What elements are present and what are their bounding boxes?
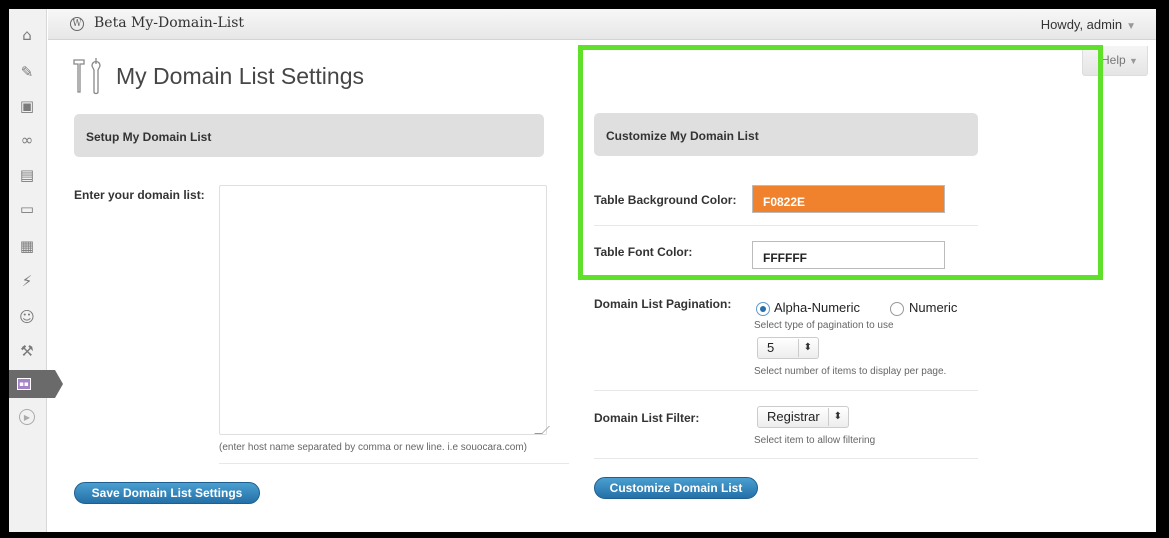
plugins-icon[interactable]: ⚡ — [17, 271, 37, 291]
pagination-numeric-label: Numeric — [909, 300, 958, 315]
domain-list-textarea[interactable] — [219, 185, 547, 435]
site-name[interactable]: Beta My-Domain-List — [94, 15, 244, 31]
select-arrows-icon: ⬍ — [827, 408, 842, 426]
users-icon[interactable]: ☺ — [17, 307, 37, 327]
per-page-hint: Select number of items to display per pa… — [754, 366, 947, 377]
home-icon[interactable]: ⌂ — [17, 25, 37, 45]
admin-bar: W Beta My-Domain-List Howdy, admin ▼ — [48, 9, 1156, 40]
pagination-numeric-radio[interactable] — [890, 302, 904, 316]
setup-section-heading: Setup My Domain List — [74, 114, 544, 157]
frame-top — [0, 0, 1169, 9]
select-arrows-icon: ⬍ — [797, 339, 812, 357]
per-page-select[interactable]: 5 ⬍ — [757, 337, 819, 359]
divider — [594, 458, 978, 459]
save-domain-list-button[interactable]: Save Domain List Settings — [74, 482, 260, 504]
per-page-value: 5 — [767, 340, 775, 355]
links-icon[interactable]: ∞ — [17, 130, 37, 150]
filter-select[interactable]: Registrar ⬍ — [757, 406, 849, 428]
pagination-alpha-radio[interactable] — [756, 302, 770, 316]
tools-icon — [73, 58, 101, 95]
pagination-label: Domain List Pagination: — [594, 297, 732, 311]
pagination-alpha-label: Alpha-Numeric — [774, 300, 860, 315]
howdy-label: Howdy, admin — [1040, 17, 1123, 32]
media-icon[interactable]: ▣ — [17, 96, 37, 116]
account-menu[interactable]: Howdy, admin ▼ — [1041, 17, 1136, 32]
chevron-down-icon: ▼ — [1126, 21, 1136, 32]
domain-list-hint: (enter host name separated by comma or n… — [219, 442, 527, 453]
comments-icon[interactable]: ▭ — [17, 199, 37, 219]
page-title: My Domain List Settings — [116, 63, 364, 89]
frame-right — [1156, 0, 1169, 538]
chevron-down-icon: ▼ — [1129, 56, 1138, 66]
filter-hint: Select item to allow filtering — [754, 435, 876, 446]
help-label: Help — [1101, 53, 1126, 67]
divider — [594, 390, 978, 391]
filter-label: Domain List Filter: — [594, 411, 700, 425]
pagination-hint: Select type of pagination to use — [754, 320, 894, 331]
wordpress-logo-icon[interactable]: W — [70, 17, 84, 31]
collapse-icon[interactable]: ▶ — [17, 407, 37, 427]
customize-domain-list-button[interactable]: Customize Domain List — [594, 477, 758, 499]
divider — [219, 463, 569, 464]
pages-icon[interactable]: ▤ — [17, 165, 37, 185]
filter-value: Registrar — [767, 409, 820, 424]
admin-sidebar: ⌂ ✎ ▣ ∞ ▤ ▭ ▦ ⚡ ☺ ⚒ ▪▪ ▶ — [9, 9, 63, 532]
domain-list-label: Enter your domain list: — [74, 188, 205, 202]
highlight-annotation — [578, 45, 1103, 280]
pin-icon[interactable]: ✎ — [17, 62, 37, 82]
plugin-page-icon[interactable]: ▪▪ — [9, 370, 63, 398]
tools-icon[interactable]: ⚒ — [17, 341, 37, 361]
frame-bottom — [0, 532, 1169, 538]
frame-left — [0, 0, 9, 538]
appearance-icon[interactable]: ▦ — [17, 236, 37, 256]
